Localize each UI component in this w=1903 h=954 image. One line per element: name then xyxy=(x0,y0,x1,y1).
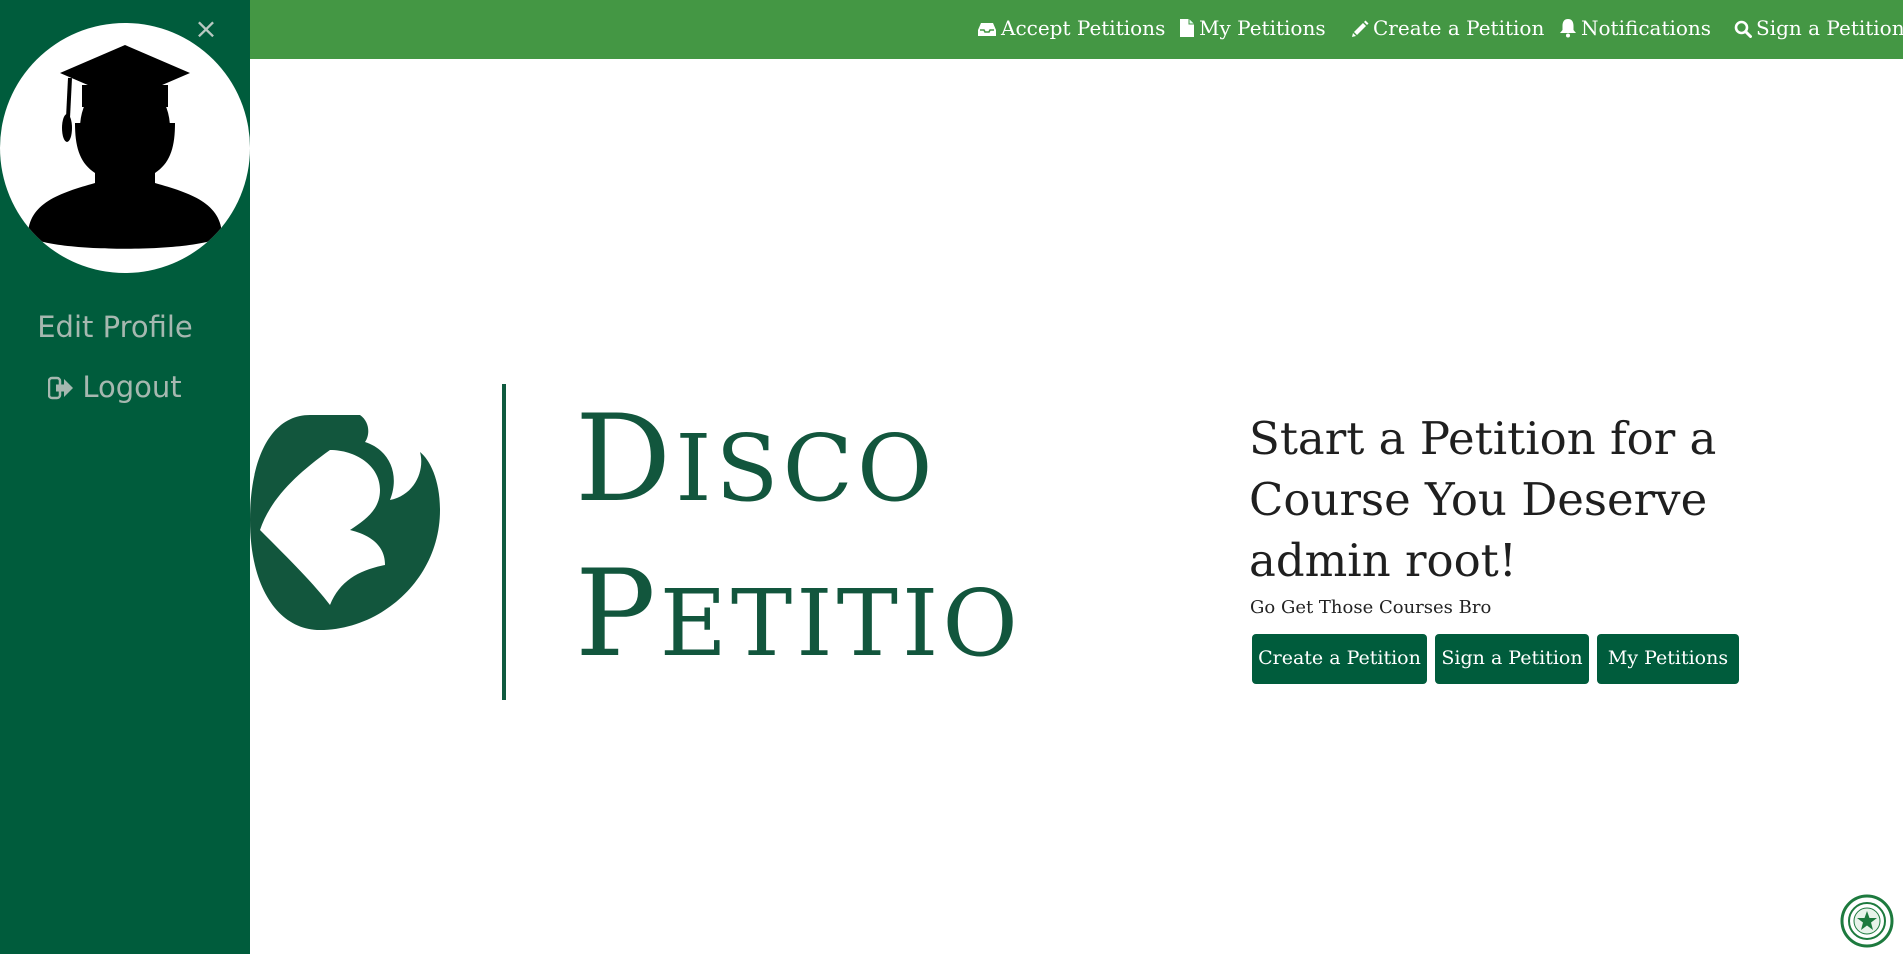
sign-out-icon xyxy=(48,376,74,400)
nav-accept-petitions-label: Accept Petitions xyxy=(1001,16,1166,40)
nav-notifications[interactable]: Notifications xyxy=(1559,0,1711,59)
nav-my-petitions[interactable]: My Petitions xyxy=(1179,0,1326,59)
avatar xyxy=(0,23,250,273)
edit-profile-link[interactable]: Edit Profile xyxy=(0,310,230,344)
create-petition-button[interactable]: Create a Petition xyxy=(1252,634,1427,684)
nav-create-petition[interactable]: Create a Petition xyxy=(1351,0,1544,59)
hero-subtext: Go Get Those Courses Bro xyxy=(1250,597,1492,618)
inbox-icon xyxy=(978,23,996,36)
nav-sign-petition-label: Sign a Petition xyxy=(1756,16,1903,40)
logout-label: Logout xyxy=(82,370,182,404)
logout-link[interactable]: Logout xyxy=(0,370,230,404)
nav-my-petitions-label: My Petitions xyxy=(1199,16,1326,40)
nav-create-petition-label: Create a Petition xyxy=(1373,16,1545,40)
my-petitions-button[interactable]: My Petitions xyxy=(1597,634,1739,684)
nav-accept-petitions[interactable]: Accept Petitions xyxy=(977,0,1165,59)
nav-sign-petition[interactable]: Sign a Petition xyxy=(1734,0,1903,59)
bell-icon xyxy=(1560,19,1576,38)
disco-petitio-logo-mark xyxy=(250,380,450,684)
hero-headline-line-1: Start a Petition for a xyxy=(1249,412,1717,465)
hero-headline-line-2: Course You Deserve xyxy=(1249,473,1708,526)
hero-headline-line-3: admin root! xyxy=(1249,534,1517,587)
graduate-avatar-icon xyxy=(28,45,222,249)
edit-profile-label: Edit Profile xyxy=(37,310,193,344)
logo-line-disco: DISCO xyxy=(575,390,937,529)
close-sidebar-button[interactable]: × xyxy=(193,12,219,46)
logo-line-petitio: PETITIO xyxy=(575,545,1022,684)
hero-headline: Start a Petition for a Course You Deserv… xyxy=(1249,408,1719,591)
pencil-icon xyxy=(1352,20,1369,37)
file-icon xyxy=(1180,19,1194,37)
university-seal-icon xyxy=(1840,894,1894,952)
search-icon xyxy=(1734,20,1752,38)
sidebar: × Edit Profile Logout xyxy=(0,0,250,954)
top-navbar: Accept Petitions My Petitions Create a P… xyxy=(250,0,1903,59)
logo-divider xyxy=(502,384,506,700)
nav-notifications-label: Notifications xyxy=(1581,16,1712,40)
sign-petition-button[interactable]: Sign a Petition xyxy=(1435,634,1589,684)
